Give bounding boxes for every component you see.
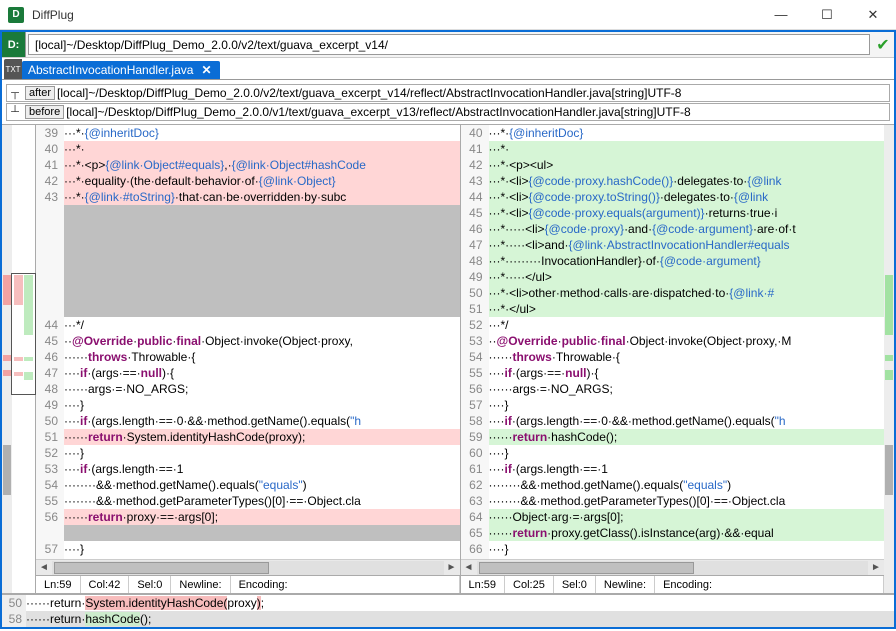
tab-label: AbstractInvocationHandler.java [28, 63, 193, 77]
minimize-button[interactable]: — [758, 0, 804, 30]
before-badge: before [25, 105, 64, 119]
file-tab[interactable]: AbstractInvocationHandler.java ✕ [22, 61, 220, 79]
window-title: DiffPlug [32, 8, 758, 22]
right-code-editor[interactable]: 40···*·{@inheritDoc}41···*·42···*·<p><ul… [461, 125, 885, 559]
maximize-button[interactable]: ☐ [804, 0, 850, 30]
after-path: [local]~/Desktop/DiffPlug_Demo_2.0.0/v2/… [57, 86, 889, 100]
right-encoding: Encoding: [655, 576, 884, 593]
left-sel: Sel:0 [129, 576, 171, 593]
right-pane: 40···*·{@inheritDoc}41···*·42···*·<p><ul… [461, 125, 885, 593]
overview-gutter[interactable] [12, 125, 36, 593]
inline-txt-add: ······return·hashCode(); [26, 611, 894, 627]
right-col: Col:25 [505, 576, 554, 593]
right-statusbar: Ln:59 Col:25 Sel:0 Newline: Encoding: [461, 575, 885, 593]
close-button[interactable]: ✕ [850, 0, 896, 30]
after-glyph-icon: ┬ [7, 87, 23, 99]
before-glyph-icon: ┴ [7, 106, 23, 118]
inline-diff-add-row: 58 ······return·hashCode(); [2, 611, 894, 627]
tab-bar: TXT AbstractInvocationHandler.java ✕ [2, 58, 894, 80]
confirm-path-icon[interactable]: ✔ [872, 32, 894, 57]
inline-ln-del: 50 [2, 595, 26, 611]
right-newline: Newline: [596, 576, 655, 593]
left-code-editor[interactable]: 39···*·{@inheritDoc}40···*·41···*·<p>{@l… [36, 125, 460, 559]
before-path: [local]~/Desktop/DiffPlug_Demo_2.0.0/v1/… [66, 105, 889, 119]
inline-diff-del-row: 50 ······return·System.identityHashCode(… [2, 595, 894, 611]
right-ln: Ln:59 [461, 576, 506, 593]
app-icon: D [8, 7, 24, 23]
inline-diff: 50 ······return·System.identityHashCode(… [2, 594, 894, 627]
left-newline: Newline: [171, 576, 230, 593]
path-bar: D: ✔ [2, 32, 894, 58]
inline-ln-add: 58 [2, 611, 26, 627]
app-mini-icon: D: [2, 32, 26, 57]
minimap-right[interactable] [884, 125, 894, 593]
before-file-row[interactable]: ┴ before [local]~/Desktop/DiffPlug_Demo_… [6, 103, 890, 121]
left-ln: Ln:59 [36, 576, 81, 593]
inline-txt-del: ······return·System.identityHashCode(pro… [26, 595, 894, 611]
file-comparison-header: ┬ after [local]~/Desktop/DiffPlug_Demo_2… [2, 80, 894, 124]
right-sel: Sel:0 [554, 576, 596, 593]
tab-type-icon: TXT [4, 59, 22, 79]
right-hscroll[interactable]: ◄ ► [461, 559, 885, 575]
left-hscroll[interactable]: ◄ ► [36, 559, 460, 575]
window-titlebar: D DiffPlug — ☐ ✕ [0, 0, 896, 30]
scroll-right-icon[interactable]: ► [444, 562, 460, 573]
close-tab-icon[interactable]: ✕ [201, 63, 211, 77]
path-input[interactable] [28, 34, 870, 55]
scroll-right-icon[interactable]: ► [868, 562, 884, 573]
left-pane: 39···*·{@inheritDoc}40···*·41···*·<p>{@l… [36, 125, 461, 593]
after-file-row[interactable]: ┬ after [local]~/Desktop/DiffPlug_Demo_2… [6, 84, 890, 102]
left-statusbar: Ln:59 Col:42 Sel:0 Newline: Encoding: [36, 575, 460, 593]
diff-area: 39···*·{@inheritDoc}40···*·41···*·<p>{@l… [2, 124, 894, 594]
scroll-left-icon[interactable]: ◄ [36, 562, 52, 573]
left-encoding: Encoding: [231, 576, 460, 593]
after-badge: after [25, 86, 55, 100]
left-col: Col:42 [81, 576, 130, 593]
scroll-left-icon[interactable]: ◄ [461, 562, 477, 573]
